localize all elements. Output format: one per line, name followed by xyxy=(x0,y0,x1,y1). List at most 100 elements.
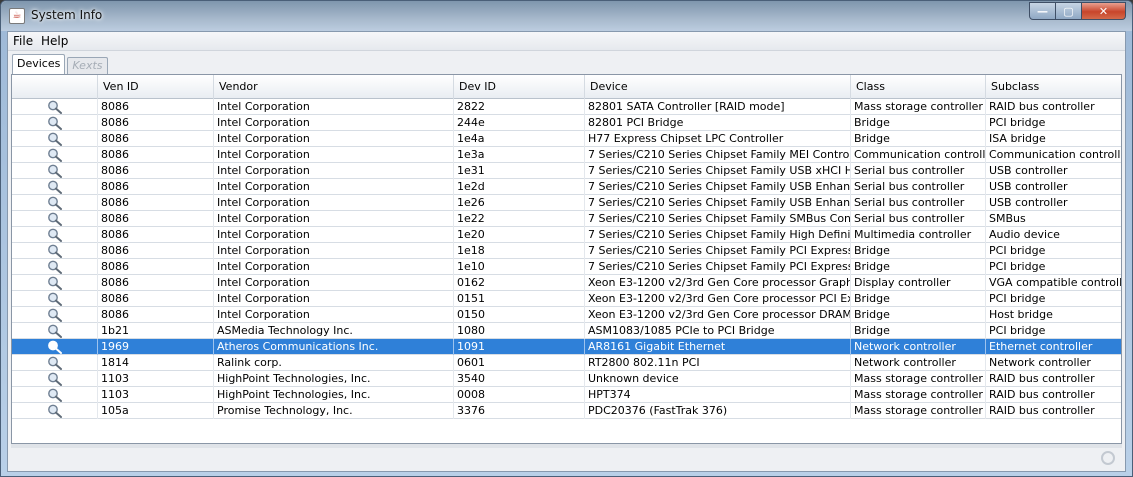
column-header-device[interactable]: Device xyxy=(585,75,851,99)
cell-class: Serial bus controller xyxy=(851,163,986,179)
table-row[interactable]: 8086 Intel Corporation 1e20 7 Series/C210 S… xyxy=(12,227,1121,243)
cell-ven-id: 8086 xyxy=(98,131,214,147)
cell-class: Serial bus controller xyxy=(851,195,986,211)
table-row[interactable]: 1103 HighPoint Technologies, Inc. 0008 HPT3… xyxy=(12,387,1121,403)
details-cell[interactable] xyxy=(12,195,98,211)
cell-vendor: Intel Corporation xyxy=(214,163,454,179)
details-cell[interactable] xyxy=(12,307,98,323)
details-cell[interactable] xyxy=(12,147,98,163)
table-row[interactable]: 8086 Intel Corporation 1e31 7 Series/C210 S… xyxy=(12,163,1121,179)
cell-subclass: RAID bus controller xyxy=(986,99,1121,115)
details-cell[interactable] xyxy=(12,259,98,275)
magnifier-icon[interactable] xyxy=(47,308,63,322)
column-header-icon[interactable] xyxy=(12,75,98,99)
table-row[interactable]: 8086 Intel Corporation 1e3a 7 Series/C210 S… xyxy=(12,147,1121,163)
column-header-subclass[interactable]: Subclass xyxy=(986,75,1121,99)
magnifier-icon[interactable] xyxy=(47,116,63,130)
cell-subclass: Host bridge xyxy=(986,307,1121,323)
magnifier-icon[interactable] xyxy=(47,164,63,178)
details-cell[interactable] xyxy=(12,211,98,227)
table-row[interactable]: 8086 Intel Corporation 1e4a H77 Express Chi… xyxy=(12,131,1121,147)
magnifier-icon[interactable] xyxy=(47,340,63,354)
table-row[interactable]: 8086 Intel Corporation 1e26 7 Series/C210 S… xyxy=(12,195,1121,211)
cell-dev-id: 1e3a xyxy=(454,147,585,163)
table-row[interactable]: 8086 Intel Corporation 1e18 7 Series/C210 S… xyxy=(12,243,1121,259)
details-cell[interactable] xyxy=(12,115,98,131)
close-button[interactable]: ✕ xyxy=(1082,2,1126,20)
maximize-button[interactable]: ▢ xyxy=(1056,2,1082,20)
magnifier-icon[interactable] xyxy=(47,244,63,258)
cell-class: Bridge xyxy=(851,291,986,307)
table-row[interactable]: 105a Promise Technology, Inc. 3376 PDC20376… xyxy=(12,403,1121,419)
cell-subclass: PCI bridge xyxy=(986,259,1121,275)
cell-device: 7 Series/C210 Series Chipset Family MEI … xyxy=(585,147,851,163)
details-cell[interactable] xyxy=(12,339,98,355)
magnifier-icon[interactable] xyxy=(47,356,63,370)
cell-class: Bridge xyxy=(851,131,986,147)
table-row[interactable]: 8086 Intel Corporation 0151 Xeon E3-1200 v2… xyxy=(12,291,1121,307)
magnifier-icon[interactable] xyxy=(47,276,63,290)
cell-subclass: Ethernet controller xyxy=(986,339,1121,355)
column-header-ven-id[interactable]: Ven ID xyxy=(98,75,214,99)
magnifier-icon[interactable] xyxy=(47,260,63,274)
details-cell[interactable] xyxy=(12,275,98,291)
details-cell[interactable] xyxy=(12,291,98,307)
details-cell[interactable] xyxy=(12,371,98,387)
table-row[interactable]: 1814 Ralink corp. 0601 RT2800 802.11n PCI Ne… xyxy=(12,355,1121,371)
horizontal-scrollbar[interactable] xyxy=(11,444,1122,448)
table-row[interactable]: 8086 Intel Corporation 1e10 7 Series/C210 S… xyxy=(12,259,1121,275)
cell-ven-id: 8086 xyxy=(98,195,214,211)
magnifier-icon[interactable] xyxy=(47,404,63,418)
cell-ven-id: 1814 xyxy=(98,355,214,371)
column-header-dev-id[interactable]: Dev ID xyxy=(454,75,585,99)
cell-subclass: RAID bus controller xyxy=(986,403,1121,419)
table-row[interactable]: 1103 HighPoint Technologies, Inc. 3540 Unkn… xyxy=(12,371,1121,387)
magnifier-icon[interactable] xyxy=(47,132,63,146)
details-cell[interactable] xyxy=(12,387,98,403)
table-row[interactable]: 8086 Intel Corporation 244e 82801 PCI Bridg… xyxy=(12,115,1121,131)
magnifier-icon[interactable] xyxy=(47,100,63,114)
title-bar[interactable]: ☕ System Info — ▢ ✕ xyxy=(1,1,1132,31)
minimize-button[interactable]: — xyxy=(1029,2,1056,20)
magnifier-icon[interactable] xyxy=(47,196,63,210)
details-cell[interactable] xyxy=(12,99,98,115)
magnifier-icon[interactable] xyxy=(47,324,63,338)
details-cell[interactable] xyxy=(12,323,98,339)
cell-device: 7 Series/C210 Series Chipset Family PCI … xyxy=(585,259,851,275)
busy-indicator-icon xyxy=(1101,451,1115,465)
table-row[interactable]: 1b21 ASMedia Technology Inc. 1080 ASM1083/1… xyxy=(12,323,1121,339)
magnifier-icon[interactable] xyxy=(47,228,63,242)
table-row[interactable]: 8086 Intel Corporation 1e22 7 Series/C210 S… xyxy=(12,211,1121,227)
table-row[interactable]: 8086 Intel Corporation 0162 Xeon E3-1200 v2… xyxy=(12,275,1121,291)
column-header-class[interactable]: Class xyxy=(851,75,986,99)
cell-dev-id: 2822 xyxy=(454,99,585,115)
cell-subclass: Communication controller xyxy=(986,147,1121,163)
column-header-vendor[interactable]: Vendor xyxy=(214,75,454,99)
cell-device: 7 Series/C210 Series Chipset Family High… xyxy=(585,227,851,243)
details-cell[interactable] xyxy=(12,131,98,147)
details-cell[interactable] xyxy=(12,163,98,179)
table-row[interactable]: 8086 Intel Corporation 2822 82801 SATA Cont… xyxy=(12,99,1121,115)
details-cell[interactable] xyxy=(12,355,98,371)
details-cell[interactable] xyxy=(12,403,98,419)
details-cell[interactable] xyxy=(12,227,98,243)
cell-device: 7 Series/C210 Series Chipset Family PCI … xyxy=(585,243,851,259)
magnifier-icon[interactable] xyxy=(47,388,63,402)
menu-file[interactable]: File xyxy=(13,34,33,48)
cell-subclass: VGA compatible controller xyxy=(986,275,1121,291)
magnifier-icon[interactable] xyxy=(47,180,63,194)
tab-devices[interactable]: Devices xyxy=(12,54,66,74)
cell-vendor: Intel Corporation xyxy=(214,195,454,211)
table-row[interactable]: 8086 Intel Corporation 0150 Xeon E3-1200 v2… xyxy=(12,307,1121,323)
magnifier-icon[interactable] xyxy=(47,372,63,386)
cell-ven-id: 8086 xyxy=(98,115,214,131)
tab-strip: Devices Kexts xyxy=(12,54,108,74)
magnifier-icon[interactable] xyxy=(47,148,63,162)
details-cell[interactable] xyxy=(12,243,98,259)
magnifier-icon[interactable] xyxy=(47,292,63,306)
menu-help[interactable]: Help xyxy=(41,34,68,48)
table-row[interactable]: 8086 Intel Corporation 1e2d 7 Series/C210 S… xyxy=(12,179,1121,195)
table-row[interactable]: 1969 Atheros Communications Inc. 1091 AR816… xyxy=(12,339,1121,355)
details-cell[interactable] xyxy=(12,179,98,195)
magnifier-icon[interactable] xyxy=(47,212,63,226)
